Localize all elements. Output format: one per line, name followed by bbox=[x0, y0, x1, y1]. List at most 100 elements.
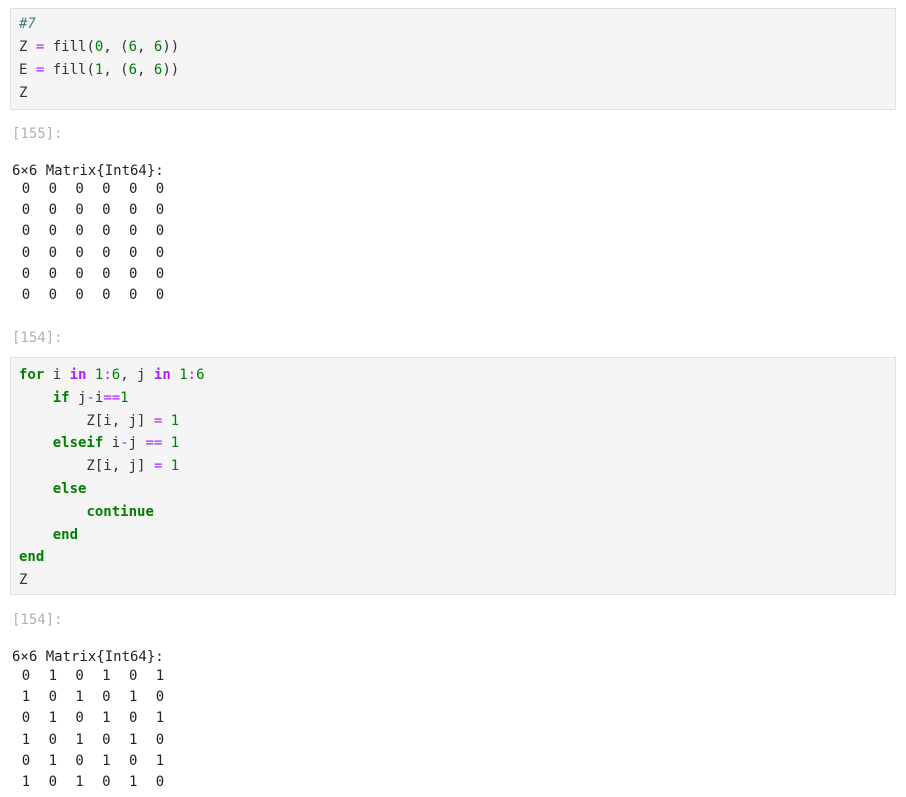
matrix-cell: 0 bbox=[128, 223, 138, 240]
code-token: , ( bbox=[103, 62, 129, 78]
matrix-cell: 1 bbox=[21, 689, 31, 706]
matrix-cell: 0 bbox=[21, 202, 31, 219]
matrix-cell: 0 bbox=[155, 774, 165, 790]
code-line: E = fill(1, (6, 6)) bbox=[19, 60, 179, 80]
code-token: , ( bbox=[103, 39, 129, 55]
matrix-cell: 0 bbox=[155, 223, 165, 240]
code-token: - bbox=[86, 389, 95, 406]
code-token: j bbox=[128, 435, 146, 452]
matrix-cell: 0 bbox=[155, 265, 165, 282]
code-token: i bbox=[103, 435, 121, 452]
matrix-cell: 0 bbox=[128, 668, 138, 684]
code-token: : bbox=[187, 367, 197, 383]
code-token: 1 bbox=[170, 435, 180, 452]
matrix-cell: 0 bbox=[75, 223, 84, 240]
matrix-cell: 0 bbox=[155, 244, 165, 261]
matrix-cell: 1 bbox=[155, 668, 165, 684]
code-line: Z[i, j] = 1 bbox=[19, 411, 179, 431]
code-token: 6 bbox=[111, 367, 121, 383]
matrix-cell: 1 bbox=[48, 752, 58, 769]
code-token: , bbox=[137, 62, 154, 78]
matrix-cell: 0 bbox=[102, 223, 111, 240]
code-cell-2[interactable]: for i in 1:6, j in 1:6 if j-i==1 Z[i, j]… bbox=[10, 357, 896, 595]
matrix-cell: 0 bbox=[48, 223, 58, 240]
matrix-cell: 1 bbox=[128, 689, 138, 706]
matrix-cell: 0 bbox=[21, 287, 31, 303]
matrix-cell: 0 bbox=[75, 752, 84, 769]
matrix-cell: 0 bbox=[128, 181, 138, 197]
code-token: E bbox=[19, 62, 36, 78]
matrix-cell: 0 bbox=[128, 265, 138, 282]
matrix-cell: 1 bbox=[21, 774, 31, 790]
matrix-cell: 0 bbox=[102, 265, 111, 282]
code-token: , bbox=[137, 39, 154, 55]
matrix-cell: 0 bbox=[128, 202, 138, 219]
code-line: end bbox=[19, 525, 78, 545]
matrix-cell: 0 bbox=[75, 265, 84, 282]
matrix-cell: 0 bbox=[48, 731, 58, 748]
matrix-cell: 0 bbox=[155, 731, 165, 748]
code-cell-1[interactable]: #7 Z = fill(0, (6, 6)) E = fill(1, (6, 6))… bbox=[10, 8, 896, 110]
code-token: Z bbox=[19, 39, 36, 55]
code-line: continue bbox=[19, 502, 153, 522]
code-token: 6 bbox=[196, 367, 205, 383]
matrix-cell: 0 bbox=[21, 244, 31, 261]
matrix-cell: 0 bbox=[128, 710, 138, 727]
code-token: end bbox=[52, 526, 79, 543]
matrix-cell: 0 bbox=[75, 668, 84, 684]
code-token: == bbox=[103, 389, 121, 406]
matrix-cell: 0 bbox=[102, 202, 111, 219]
matrix-cell: 0 bbox=[128, 244, 138, 261]
code-line: #7 bbox=[19, 14, 36, 34]
code-token: )) bbox=[162, 62, 180, 78]
code-token: Z bbox=[19, 572, 28, 589]
matrix-cell: 0 bbox=[48, 181, 58, 197]
code-token: 1 bbox=[179, 367, 188, 383]
code-line: Z = fill(0, (6, 6)) bbox=[19, 37, 179, 57]
matrix-cell: 0 bbox=[155, 689, 165, 706]
code-token: == bbox=[145, 435, 163, 452]
matrix-cell: 0 bbox=[48, 689, 58, 706]
matrix-cell: 1 bbox=[48, 668, 58, 684]
matrix-cell: 1 bbox=[102, 752, 111, 769]
code-token: if bbox=[52, 389, 70, 406]
code-token: in bbox=[69, 367, 87, 383]
matrix-cell: 0 bbox=[48, 774, 58, 790]
matrix-cell: 1 bbox=[128, 731, 138, 748]
matrix-cell: 0 bbox=[21, 181, 31, 197]
matrix-cell: 1 bbox=[75, 731, 84, 748]
matrix-cell: 0 bbox=[75, 287, 84, 303]
code-token: 6 bbox=[128, 62, 138, 78]
code-token: 1 bbox=[170, 412, 180, 429]
matrix-cell: 0 bbox=[75, 202, 84, 219]
code-token: fill( bbox=[44, 62, 95, 78]
code-token: fill( bbox=[44, 39, 95, 55]
input-prompt-2: [154]: bbox=[12, 330, 63, 346]
code-token: i bbox=[44, 367, 70, 383]
code-token: 6 bbox=[128, 39, 138, 55]
output-header-1: 6×6 Matrix{Int64}: bbox=[12, 163, 164, 179]
matrix-cell: 0 bbox=[102, 181, 111, 197]
matrix-cell: 1 bbox=[102, 710, 111, 727]
matrix-cell: 0 bbox=[21, 710, 31, 727]
matrix-cell: 1 bbox=[128, 774, 138, 790]
code-token: end bbox=[19, 549, 45, 566]
matrix-cell: 0 bbox=[155, 181, 165, 197]
code-token: #7 bbox=[19, 16, 36, 32]
code-line: elseif i-j == 1 bbox=[19, 433, 179, 453]
matrix-cell: 0 bbox=[102, 731, 111, 748]
code-token: else bbox=[52, 481, 87, 497]
matrix-cell: 1 bbox=[48, 710, 58, 727]
matrix-cell: 1 bbox=[75, 689, 84, 706]
code-line: if j-i==1 bbox=[19, 388, 129, 408]
code-token: : bbox=[103, 367, 112, 383]
matrix-cell: 1 bbox=[75, 774, 84, 790]
code-token: )) bbox=[162, 39, 180, 55]
matrix-cell: 1 bbox=[102, 668, 111, 684]
code-token: Z bbox=[19, 85, 28, 101]
